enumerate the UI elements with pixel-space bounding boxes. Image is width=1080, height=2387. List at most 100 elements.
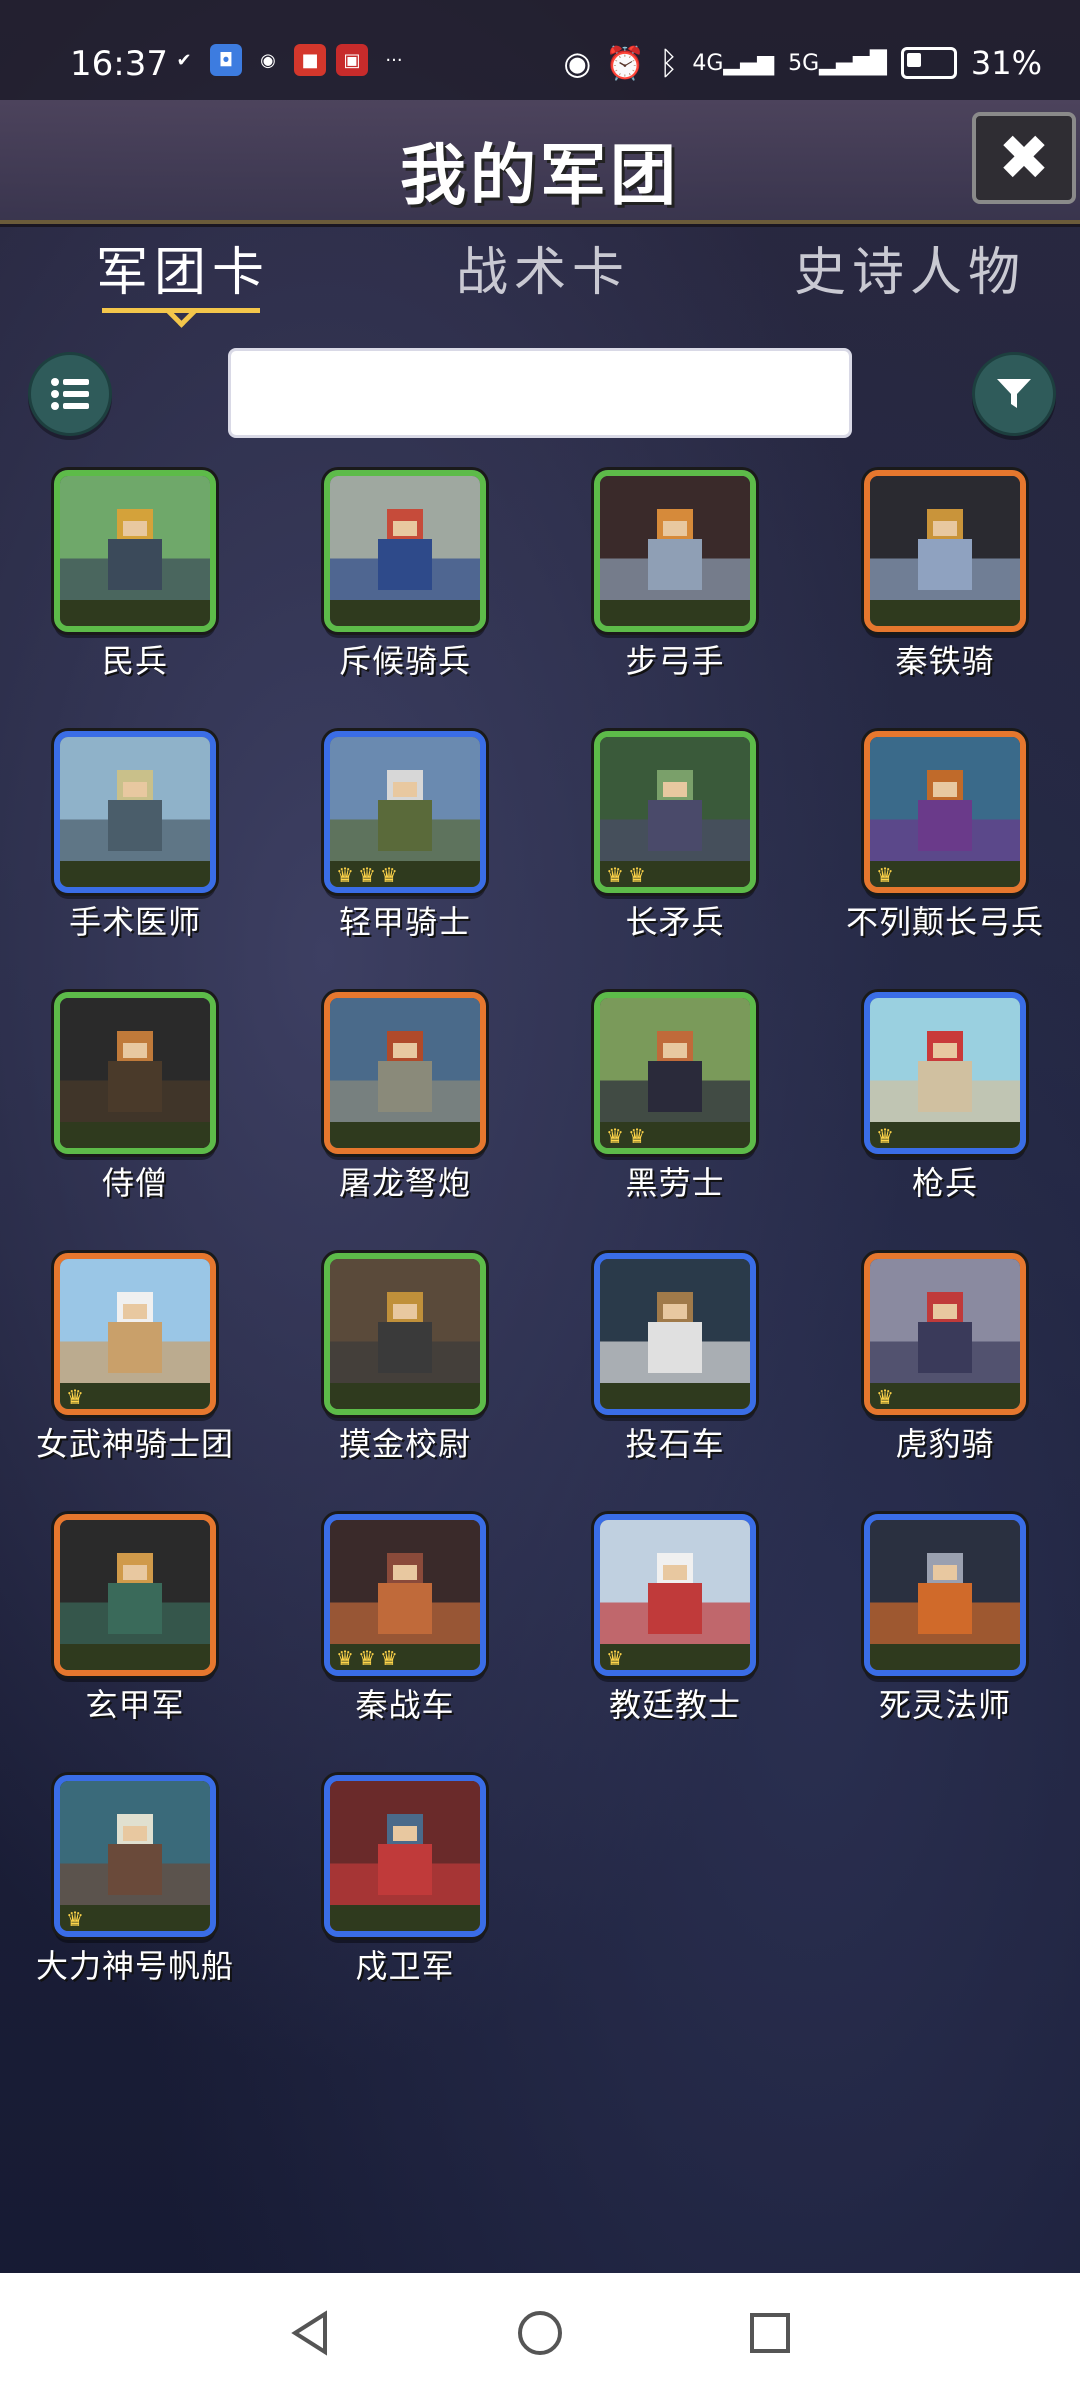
status-bar: 16:37 ✔ ◘ ◉ ■ ▣ ··· ◉ ⏰ ᛒ 4G▂▄▆ 5G▂▄▆█ 3… [0, 0, 1080, 100]
unit-card-frame [864, 1514, 1026, 1676]
unit-card[interactable]: ♛ ♛ 长矛兵 [540, 731, 810, 971]
tab-legion-cards[interactable]: 军团卡 [96, 230, 270, 305]
recents-button[interactable] [740, 2303, 800, 2363]
filter-button[interactable] [972, 352, 1056, 436]
unit-card[interactable]: ♛ 女武神骑士团 [0, 1253, 270, 1493]
unit-card-label: 斥候骑兵 [338, 642, 471, 680]
unit-card-frame: ♛ [864, 1253, 1026, 1415]
crown-icon: ♛ [876, 863, 894, 887]
unit-card[interactable]: ♛ 不列颠长弓兵 [810, 731, 1080, 971]
search-input[interactable] [228, 348, 852, 438]
unit-card-label: 步弓手 [625, 642, 725, 680]
tab-bar: 军团卡 战术卡 史诗人物 [0, 230, 1080, 330]
bluetooth-icon: ᛒ [659, 44, 679, 82]
unit-card-base [330, 600, 480, 626]
unit-card-base [600, 1383, 750, 1409]
unit-card[interactable]: 死灵法师 [810, 1514, 1080, 1754]
unit-card[interactable]: 民兵 [0, 470, 270, 710]
unit-card[interactable]: 摸金校尉 [270, 1253, 540, 1493]
unit-card-frame [594, 470, 756, 632]
crown-icon: ♛ [876, 1124, 894, 1148]
unit-card[interactable]: 手术医师 [0, 731, 270, 971]
unit-card-frame: ♛ ♛ ♛ [324, 1514, 486, 1676]
unit-card-label: 枪兵 [911, 1164, 978, 1202]
unit-card-frame: ♛ [864, 992, 1026, 1154]
signal-4g-icon: 4G▂▄▆ [692, 50, 775, 76]
tab-epic-characters[interactable]: 史诗人物 [794, 230, 1026, 305]
unit-card-label: 女武神骑士团 [35, 1425, 234, 1463]
unit-card[interactable]: 玄甲军 [0, 1514, 270, 1754]
unit-card-frame [594, 1253, 756, 1415]
unit-card[interactable]: 屠龙弩炮 [270, 992, 540, 1232]
unit-card-frame: ♛ [54, 1253, 216, 1415]
unit-card-base [60, 861, 210, 887]
unit-card-base [870, 600, 1020, 626]
unit-card[interactable]: ♛ 虎豹骑 [810, 1253, 1080, 1493]
unit-card-label: 玄甲军 [85, 1686, 185, 1724]
unit-card-base [330, 1383, 480, 1409]
home-button[interactable] [510, 2303, 570, 2363]
more-dots-icon: ··· [385, 49, 403, 71]
unit-card[interactable]: ♛ ♛ ♛ 秦战车 [270, 1514, 540, 1754]
unit-card-frame [54, 992, 216, 1154]
close-button[interactable]: ✖ [972, 112, 1076, 204]
crown-icon: ♛ [606, 863, 624, 887]
signal-5g-icon: 5G▂▄▆█ [788, 50, 887, 76]
unit-card-label: 戍卫军 [355, 1947, 455, 1985]
title-bar: 我的军团 ✖ [0, 100, 1080, 224]
unit-card-frame [54, 470, 216, 632]
unit-card-label: 大力神号帆船 [35, 1947, 234, 1985]
unit-card-base [60, 1644, 210, 1670]
unit-card[interactable]: 斥候骑兵 [270, 470, 540, 710]
unit-card[interactable]: ♛ 枪兵 [810, 992, 1080, 1232]
list-icon [51, 378, 89, 410]
unit-card-frame: ♛ [54, 1775, 216, 1937]
crown-icon: ♛ [336, 1646, 354, 1670]
unit-card[interactable]: ♛ 大力神号帆船 [0, 1775, 270, 2015]
unit-card-label: 长矛兵 [625, 903, 725, 941]
unit-card[interactable]: 投石车 [540, 1253, 810, 1493]
unit-card-label: 黑劳士 [625, 1164, 725, 1202]
unit-card-frame: ♛ ♛ ♛ [324, 731, 486, 893]
unit-card-base [600, 600, 750, 626]
unit-card-label: 投石车 [625, 1425, 725, 1463]
status-left-icons: ✔ ◘ ◉ ■ ▣ ··· [168, 44, 410, 76]
unit-card-label: 侍僧 [101, 1164, 168, 1202]
unit-card-frame [54, 1514, 216, 1676]
unit-card-label: 教廷教士 [608, 1686, 741, 1724]
unit-card[interactable]: ♛ ♛ 黑劳士 [540, 992, 810, 1232]
news-app-icon: ▣ [336, 44, 368, 76]
unit-card-label: 屠龙弩炮 [338, 1164, 471, 1202]
unit-card[interactable]: 侍僧 [0, 992, 270, 1232]
unit-card[interactable]: 步弓手 [540, 470, 810, 710]
status-right-icons: ◉ ⏰ ᛒ 4G▂▄▆ 5G▂▄▆█ 31% [563, 44, 1042, 82]
tab-tactic-cards[interactable]: 战术卡 [456, 230, 630, 305]
unit-card-frame: ♛ [594, 1514, 756, 1676]
unit-card-base [870, 1644, 1020, 1670]
unit-card-frame [324, 1775, 486, 1937]
unit-card-label: 死灵法师 [878, 1686, 1011, 1724]
unit-card-label: 摸金校尉 [338, 1425, 471, 1463]
crown-icon: ♛ [628, 863, 646, 887]
unit-card-label: 轻甲骑士 [338, 903, 471, 941]
unit-card-base [60, 600, 210, 626]
system-nav-bar [0, 2273, 1080, 2387]
battery-icon [900, 47, 957, 79]
unit-card[interactable]: ♛ ♛ ♛ 轻甲骑士 [270, 731, 540, 971]
unit-card-frame [864, 470, 1026, 632]
unit-card[interactable]: 秦铁骑 [810, 470, 1080, 710]
unit-card[interactable]: 戍卫军 [270, 1775, 540, 2015]
unit-card-frame [324, 1253, 486, 1415]
unit-card-frame [324, 470, 486, 632]
home-circle-icon [518, 2311, 562, 2355]
crown-icon: ♛ [628, 1124, 646, 1148]
unit-card[interactable]: ♛ 教廷教士 [540, 1514, 810, 1754]
battery-percent: 31% [970, 44, 1042, 82]
back-triangle-icon [291, 2310, 327, 2356]
unit-card-frame [54, 731, 216, 893]
alarm-icon: ⏰ [605, 44, 646, 82]
list-view-button[interactable] [28, 352, 112, 436]
back-button[interactable] [280, 2303, 340, 2363]
unit-card-frame: ♛ ♛ [594, 731, 756, 893]
wechat-icon: ◉ [260, 49, 276, 71]
